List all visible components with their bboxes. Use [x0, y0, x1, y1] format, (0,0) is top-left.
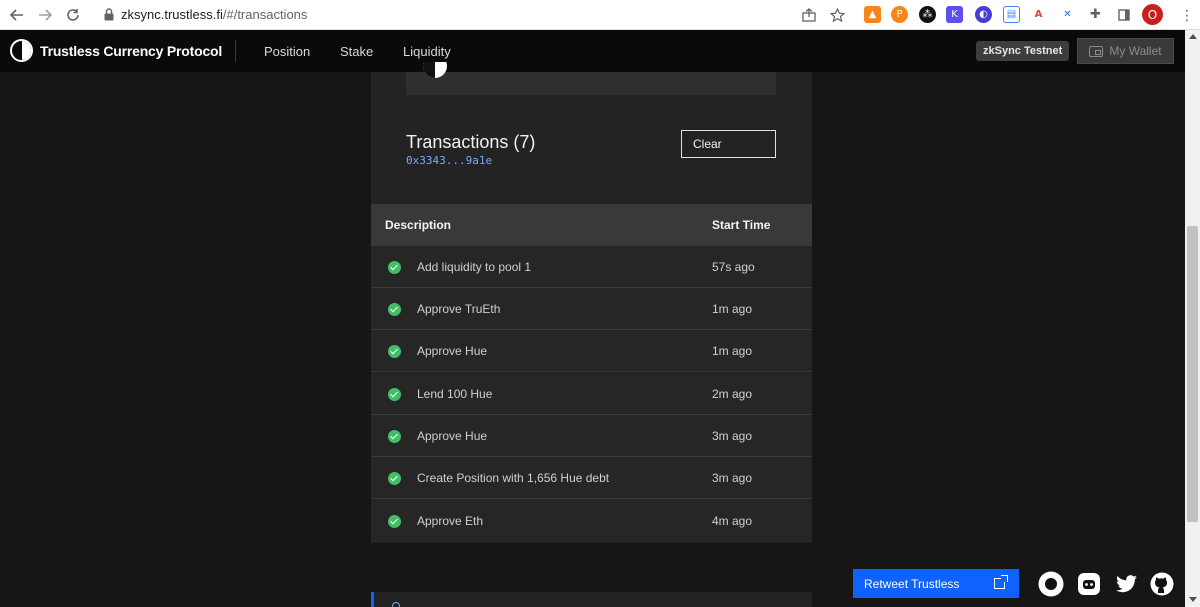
column-start-time: Start Time: [712, 218, 771, 232]
p-icon[interactable]: P: [891, 6, 908, 23]
scroll-down-arrow-icon[interactable]: [1189, 597, 1197, 602]
brand-name[interactable]: Trustless Currency Protocol: [40, 43, 222, 59]
x-icon[interactable]: ✕: [1059, 6, 1076, 23]
check-circle-icon: [388, 261, 401, 274]
twitter-icon[interactable]: [1114, 571, 1140, 597]
share-icon[interactable]: [798, 4, 820, 26]
retweet-button[interactable]: Retweet Trustless: [853, 569, 1019, 598]
lock-icon: [104, 8, 114, 21]
wallet-ext-icon[interactable]: ◐: [975, 6, 992, 23]
back-arrow-icon[interactable]: [6, 4, 28, 26]
next-card: [371, 592, 812, 607]
font-icon[interactable]: A: [1030, 6, 1047, 23]
row-description: Create Position with 1,656 Hue debt: [417, 471, 610, 485]
row-time: 3m ago: [712, 429, 753, 443]
row-time: 1m ago: [712, 302, 753, 316]
url-path: /#/transactions: [222, 7, 308, 22]
check-circle-icon: [388, 472, 401, 485]
metamask-icon[interactable]: ▲: [864, 6, 881, 23]
browser-toolbar: zksync.trustless.fi/#/transactions ▲ P ⁂…: [0, 0, 1200, 30]
row-time: 57s ago: [712, 260, 755, 274]
nav-position[interactable]: Position: [264, 44, 310, 59]
scroll-up-arrow-icon[interactable]: [1189, 34, 1197, 39]
nav-stake[interactable]: Stake: [340, 44, 373, 59]
k-icon[interactable]: K: [946, 6, 963, 23]
table-header: Description Start Time: [371, 204, 812, 246]
sidebar-icon[interactable]: [1115, 6, 1132, 23]
table-row: Approve TruEth 1m ago: [371, 288, 812, 330]
table-row: Lend 100 Hue 2m ago: [371, 373, 812, 415]
circle-dots-icon[interactable]: ⁂: [919, 6, 936, 23]
row-time: 1m ago: [712, 344, 753, 358]
check-circle-icon: [388, 345, 401, 358]
logo-icon[interactable]: [10, 39, 33, 62]
row-description: Approve Hue: [417, 429, 488, 443]
profile-avatar[interactable]: O: [1142, 4, 1163, 25]
network-badge[interactable]: zkSync Testnet: [976, 41, 1070, 61]
forward-arrow-icon[interactable]: [34, 4, 56, 26]
clear-button[interactable]: Clear: [681, 130, 776, 158]
address-bar[interactable]: zksync.trustless.fi/#/transactions: [121, 7, 307, 22]
retweet-button-label: Retweet Trustless: [864, 576, 960, 591]
github-icon[interactable]: [1149, 571, 1175, 597]
app-header: Trustless Currency Protocol Position Sta…: [0, 30, 1200, 72]
discord-icon[interactable]: [1076, 571, 1102, 597]
puzzle-icon[interactable]: ✚: [1087, 6, 1104, 23]
column-description: Description: [385, 218, 452, 232]
url-host: zksync.trustless.fi: [121, 7, 223, 22]
row-time: 4m ago: [712, 514, 753, 528]
external-link-icon: [994, 575, 1008, 589]
wallet-icon: [1089, 45, 1104, 57]
row-description: Approve TruEth: [417, 302, 501, 316]
table-row: Create Position with 1,656 Hue debt 3m a…: [371, 457, 812, 499]
wallet-address[interactable]: 0x3343...9a1e: [406, 154, 492, 167]
scrollbar-thumb[interactable]: [1187, 226, 1198, 522]
header-divider: [235, 40, 236, 62]
row-time: 3m ago: [712, 471, 753, 485]
table-row: Approve Hue 1m ago: [371, 330, 812, 372]
check-circle-icon: [388, 515, 401, 528]
wallet-button-label: My Wallet: [1109, 44, 1162, 58]
medium-icon[interactable]: [1038, 571, 1064, 597]
nav-liquidity[interactable]: Liquidity: [403, 44, 451, 59]
bookmark-star-icon[interactable]: [826, 4, 848, 26]
row-description: Approve Eth: [417, 514, 484, 528]
check-circle-icon: [388, 430, 401, 443]
table-row: Approve Eth 4m ago: [371, 500, 812, 542]
row-description: Approve Hue: [417, 344, 488, 358]
menu-dots-icon[interactable]: ⋮: [1176, 4, 1198, 26]
row-description: Add liquidity to pool 1: [417, 260, 532, 274]
table-row: Approve Hue 3m ago: [371, 415, 812, 457]
window-icon[interactable]: ▤: [1003, 6, 1020, 23]
my-wallet-button[interactable]: My Wallet: [1077, 38, 1174, 64]
check-circle-icon: [388, 303, 401, 316]
status-dot-icon: [392, 602, 400, 607]
transactions-title: Transactions (7): [406, 132, 536, 152]
row-description: Lend 100 Hue: [417, 387, 493, 401]
row-time: 2m ago: [712, 387, 753, 401]
table-row: Add liquidity to pool 1 57s ago: [371, 246, 812, 288]
partial-logo-icon: [423, 62, 447, 78]
check-circle-icon: [388, 388, 401, 401]
reload-icon[interactable]: [62, 4, 84, 26]
previous-card: [406, 72, 776, 95]
